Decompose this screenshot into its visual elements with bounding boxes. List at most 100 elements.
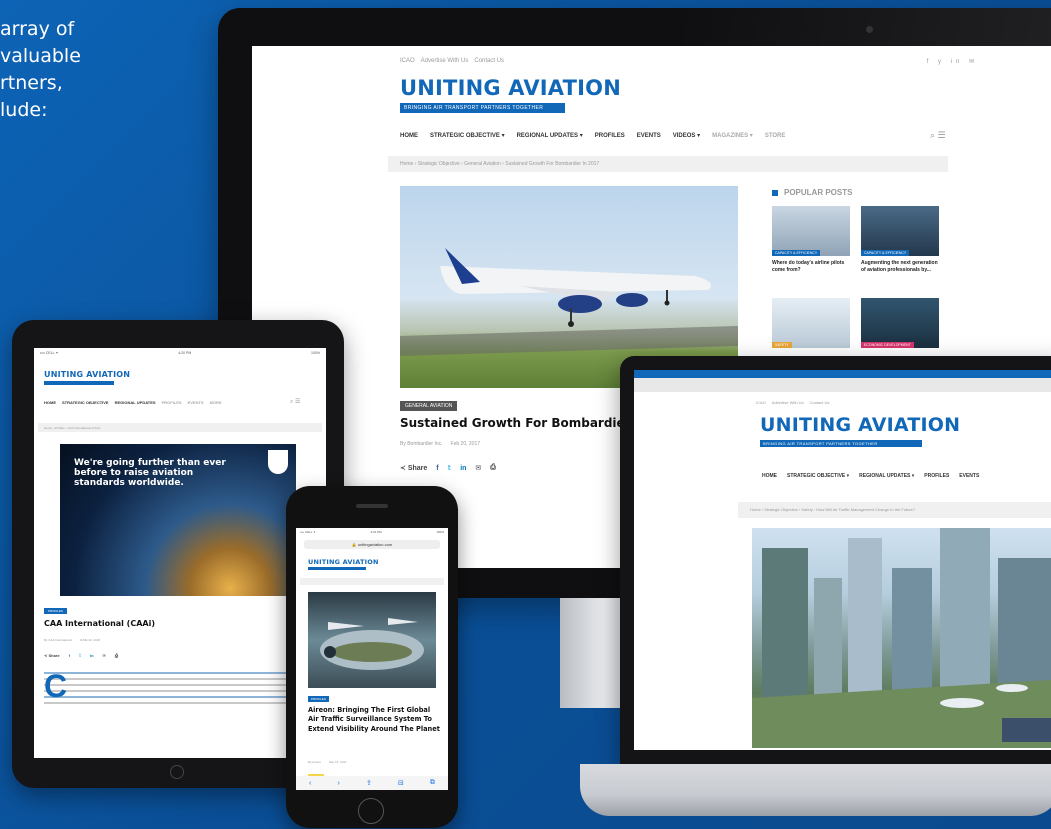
topbar-link-icao[interactable]: ICAO bbox=[756, 400, 766, 405]
url-bar[interactable]: 🔒 unitingaviation.com bbox=[304, 540, 440, 549]
nav-regional-updates[interactable]: REGIONAL UPDATES ▾ bbox=[517, 132, 583, 139]
search-icon[interactable]: ⌕ ☰ bbox=[290, 398, 300, 406]
popular-posts-heading: POPULAR POSTS bbox=[772, 188, 852, 197]
popular-posts-label: POPULAR POSTS bbox=[784, 188, 853, 197]
text-line bbox=[44, 690, 314, 692]
nav-label: REGIONAL UPDATES bbox=[859, 473, 911, 479]
post-author[interactable]: By Aireon bbox=[308, 760, 321, 764]
site-tagline: BRINGING AIR TRANSPORT PARTNERS TOGETHER bbox=[400, 103, 565, 113]
popular-post-tag: SAFETY bbox=[772, 342, 792, 348]
nav-strategic-objective[interactable]: STRATEGIC OBJECTIVE ▾ bbox=[787, 473, 849, 479]
topbar-link-icao[interactable]: ICAO bbox=[400, 58, 415, 64]
forward-icon[interactable]: › bbox=[338, 780, 340, 787]
nav-events[interactable]: EVENTS bbox=[188, 400, 204, 405]
safari-toolbar: ‹ › ⇪ ⊟ ⧉ bbox=[296, 776, 448, 790]
linkedin-icon[interactable]: in bbox=[460, 465, 466, 472]
linkedin-icon[interactable]: in bbox=[90, 653, 94, 658]
post-title[interactable]: Aireon: Bringing The First Global Air Tr… bbox=[308, 706, 440, 734]
popular-post-card[interactable]: SAFETY bbox=[772, 298, 850, 348]
popular-post-tag: ECONOMIC DEVELOPMENT bbox=[861, 342, 914, 348]
post-author[interactable]: By CAA International bbox=[44, 638, 72, 642]
nav-events[interactable]: EVENTS bbox=[637, 133, 661, 139]
post-date: JUNE 22, 2018 bbox=[79, 638, 101, 642]
text-line bbox=[44, 684, 314, 686]
nav-label: MAGAZINES bbox=[712, 133, 749, 139]
phone-site: •••• CELL ✦ 4:21 PM 100% 🔒 unitingaviati… bbox=[296, 528, 448, 790]
desktop-topbar: ICAO Advertise With Us Contact Us bbox=[400, 58, 504, 64]
desktop-main-nav: HOME STRATEGIC OBJECTIVE ▾ REGIONAL UPDA… bbox=[400, 132, 786, 140]
post-category-badge[interactable]: GENERAL AVIATION bbox=[400, 401, 458, 411]
email-icon[interactable]: ✉ bbox=[103, 653, 106, 658]
share-button[interactable]: ≺ Share bbox=[44, 653, 60, 658]
post-author[interactable]: By Bombardier Inc. bbox=[400, 441, 443, 447]
status-battery: 100% bbox=[436, 530, 444, 534]
search-icon[interactable]: ⌕ ☰ bbox=[930, 130, 946, 141]
dropcap: C bbox=[44, 668, 68, 704]
browser-status-bar bbox=[634, 370, 1051, 378]
nav-store[interactable]: STORE bbox=[765, 133, 786, 139]
post-meta: By Aireon Sep 15, 2017 bbox=[308, 760, 347, 764]
post-meta: By Bombardier Inc. Feb 20, 2017 bbox=[400, 441, 480, 447]
nav-home[interactable]: HOME bbox=[44, 400, 56, 405]
facebook-icon[interactable]: f bbox=[436, 465, 438, 472]
popular-post-tag: CAPACITY & EFFICIENCY bbox=[772, 250, 821, 256]
square-icon bbox=[772, 189, 778, 196]
email-icon[interactable]: ✉ bbox=[475, 464, 481, 472]
tabs-icon[interactable]: ⧉ bbox=[430, 779, 435, 787]
post-title[interactable]: CAA International (CAAi) bbox=[44, 619, 155, 628]
laptop-device: ICAO Advertise With Us Contact Us UNITIN… bbox=[620, 356, 1051, 766]
social-icons: f y in ✉ bbox=[926, 59, 978, 65]
topbar-link-contact[interactable]: Contact Us bbox=[474, 58, 504, 64]
nav-events[interactable]: EVENTS bbox=[959, 473, 979, 479]
nav-profiles[interactable]: PROFILES bbox=[595, 133, 625, 139]
nav-profiles[interactable]: PROFILES bbox=[924, 473, 949, 479]
site-logo[interactable]: UNITING AVIATION bbox=[44, 370, 130, 379]
nav-strategic-objective[interactable]: STRATEGIC OBJECTIVE ▾ bbox=[430, 132, 505, 139]
nav-strategic-objective[interactable]: STRATEGIC OBJECTIVE bbox=[62, 400, 109, 405]
nav-profiles[interactable]: PROFILES bbox=[162, 400, 182, 405]
popular-post-card[interactable]: ECONOMIC DEVELOPMENT bbox=[861, 298, 939, 348]
share-button[interactable]: ≺ Share bbox=[400, 464, 427, 472]
twitter-icon[interactable]: 𝕥 bbox=[79, 653, 81, 658]
post-body: C bbox=[44, 668, 314, 708]
nav-regional-updates[interactable]: REGIONAL UPDATES bbox=[115, 400, 156, 405]
topbar-link-advertise[interactable]: Advertise With Us bbox=[421, 58, 469, 64]
post-category-badge[interactable]: PROFILES bbox=[44, 608, 67, 614]
home-button-icon bbox=[170, 765, 184, 779]
popular-post-card[interactable]: CAPACITY & EFFICIENCY Augmenting the nex… bbox=[861, 206, 939, 274]
popular-post-image: SAFETY bbox=[772, 298, 850, 348]
breadcrumb: Home › Profiles › CAA International (CAA… bbox=[38, 423, 322, 432]
print-icon[interactable]: ⎙ bbox=[115, 653, 118, 658]
caa-badge-icon bbox=[268, 450, 288, 474]
phone-status-bar: •••• CELL ✦ 4:21 PM 100% bbox=[300, 530, 444, 534]
back-icon[interactable]: ‹ bbox=[309, 780, 311, 787]
bookmarks-icon[interactable]: ⊟ bbox=[398, 779, 404, 787]
topbar-link-advertise[interactable]: Advertise With Us bbox=[772, 400, 804, 405]
popular-post-image: ECONOMIC DEVELOPMENT bbox=[861, 298, 939, 348]
share-row: ≺ Share f 𝕥 in ✉ ⎙ bbox=[44, 653, 118, 658]
breadcrumb: Home › Strategic Objective › General Avi… bbox=[388, 156, 948, 172]
speaker-icon bbox=[356, 504, 388, 508]
facebook-icon[interactable]: f bbox=[69, 653, 70, 658]
popular-post-card[interactable]: CAPACITY & EFFICIENCY Where do today's a… bbox=[772, 206, 850, 274]
home-button-icon[interactable] bbox=[358, 798, 384, 824]
status-carrier: •••• CELL ✦ bbox=[300, 530, 316, 534]
post-category-badge[interactable]: PROFILES bbox=[308, 696, 329, 702]
laptop-topbar: ICAO Advertise With Us Contact Us bbox=[756, 400, 829, 405]
nav-home[interactable]: HOME bbox=[400, 133, 418, 139]
nav-home[interactable]: HOME bbox=[762, 473, 777, 479]
share-icon[interactable]: ⇪ bbox=[366, 779, 372, 787]
site-logo[interactable]: UNITING AVIATION bbox=[760, 414, 960, 436]
nav-regional-updates[interactable]: REGIONAL UPDATES ▾ bbox=[859, 473, 914, 479]
site-logo[interactable]: UNITING AVIATION bbox=[400, 76, 621, 100]
phone-screen: •••• CELL ✦ 4:21 PM 100% 🔒 unitingaviati… bbox=[296, 528, 448, 790]
share-label: Share bbox=[407, 465, 428, 472]
nav-videos[interactable]: VIDEOS ▾ bbox=[673, 132, 700, 139]
site-logo[interactable]: UNITING AVIATION bbox=[308, 558, 379, 566]
twitter-icon[interactable]: 𝕥 bbox=[448, 464, 452, 472]
nav-magazines[interactable]: MAGAZINES ▾ bbox=[712, 132, 753, 139]
breadcrumb bbox=[300, 578, 444, 585]
print-icon[interactable]: ⎙ bbox=[490, 464, 496, 472]
nav-more[interactable]: MORE bbox=[210, 400, 222, 405]
topbar-link-contact[interactable]: Contact Us bbox=[810, 400, 830, 405]
